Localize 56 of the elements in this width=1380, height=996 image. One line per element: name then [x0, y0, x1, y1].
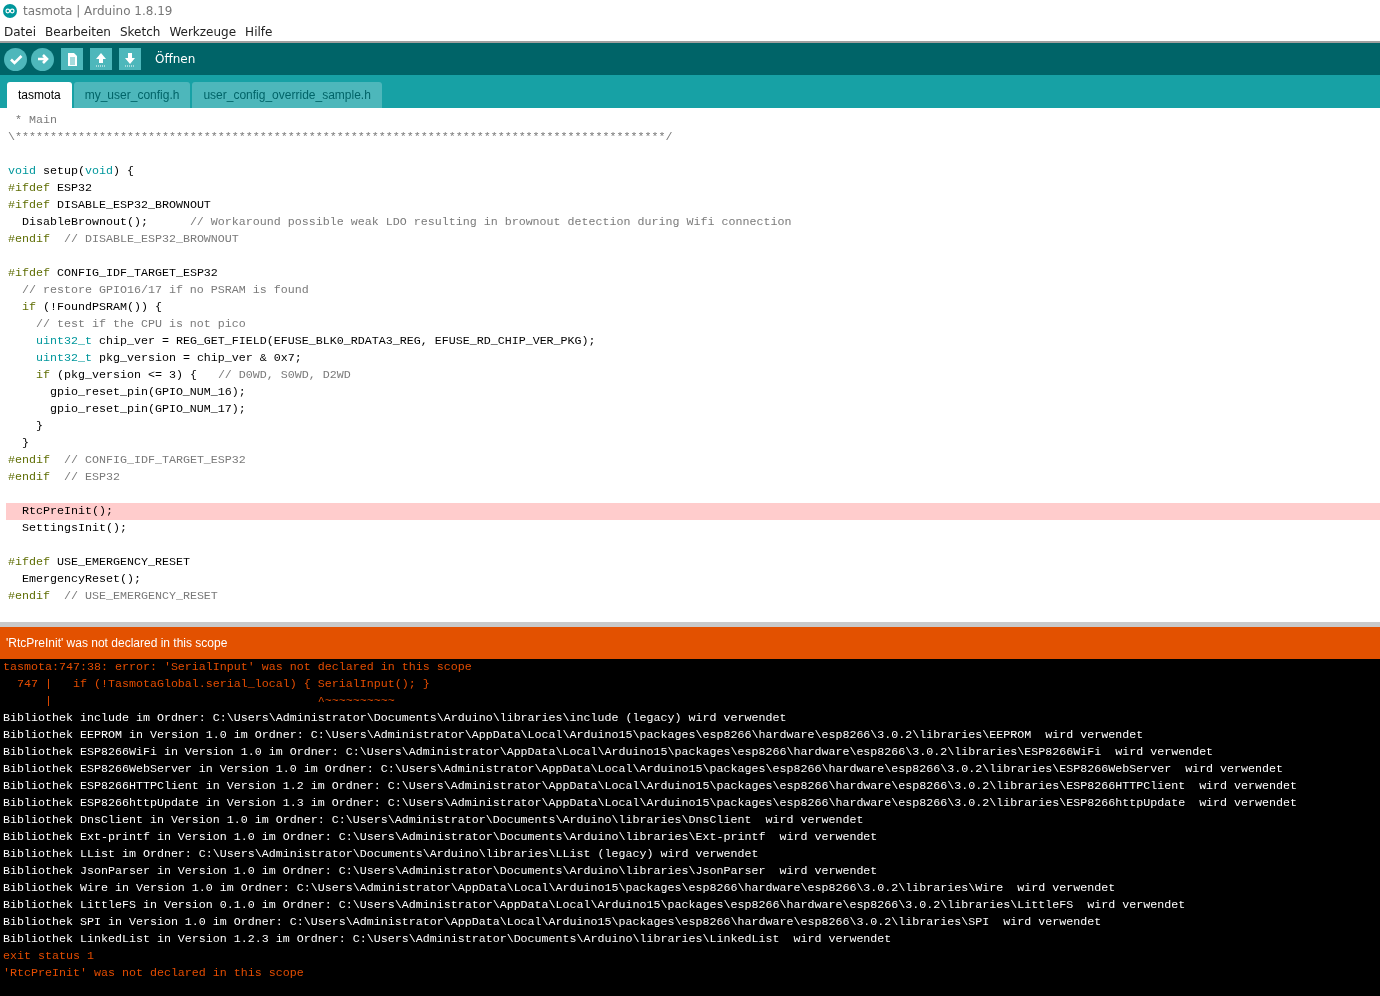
console-line: 747 | if (!TasmotaGlobal.serial_local) { SerialInput(); } — [16, 676, 431, 693]
code-line: #endif // DISABLE_ESP32_BROWNOUT — [7, 231, 240, 248]
console-line: Bibliothek ESP8266HTTPClient in Version 1.2 im Ordner: C:\Users\Administrator\AppData\Local\Arduino15\packages\esp8266\hardware\esp8266\3.0.2\libraries\ESP8266HTTPClient wird verwendet — [3, 778, 1299, 795]
window-title: tasmota | Arduino 1.8.19 — [23, 4, 173, 18]
code-line: EmergencyReset(); — [21, 571, 142, 588]
code-line: #endif // USE_EMERGENCY_RESET — [7, 588, 219, 605]
console-line: exit status 1 — [3, 948, 95, 965]
toolbar-hint: Öffnen — [155, 52, 196, 66]
console-line: Bibliothek EEPROM in Version 1.0 im Ordner: C:\Users\Administrator\AppData\Local\Arduino15\packages\esp8266\hardware\esp8266\3.0.2\libraries\EEPROM wird verwendet — [3, 727, 1145, 744]
code-line: #ifdef ESP32 — [7, 180, 93, 197]
code-line: #endif // ESP32 — [7, 469, 121, 486]
code-line: DisableBrownout(); // Workaround possible weak LDO resulting in brownout detection during Wifi connection — [21, 214, 793, 231]
console-line: Bibliothek LittleFS in Version 0.1.0 im Ordner: C:\Users\Administrator\AppData\Local\Arduino15\packages\esp8266\hardware\esp8266\3.0.2\libraries\LittleFS wird verwendet — [3, 897, 1187, 914]
code-line: // restore GPIO16/17 if no PSRAM is found — [21, 282, 310, 299]
console-line: Bibliothek include im Ordner: C:\Users\Administrator\Documents\Arduino\libraries\include (legacy) wird verwendet — [3, 710, 788, 727]
file-tab[interactable]: tasmota — [7, 82, 72, 108]
code-line: void setup(void) { — [7, 163, 135, 180]
upload-icon[interactable] — [31, 47, 54, 71]
menu-item[interactable]: Bearbeiten — [45, 24, 111, 39]
console-line: Bibliothek DnsClient in Version 1.0 im Ordner: C:\Users\Administrator\Documents\Arduino\libraries\DnsClient wird verwendet — [3, 812, 865, 829]
code-line: #endif // CONFIG_IDF_TARGET_ESP32 — [7, 452, 247, 469]
menu-item[interactable]: Hilfe — [245, 24, 273, 39]
code-line: \*********************************************************************************************/ — [7, 129, 674, 146]
console-line: Bibliothek ESP8266WebServer in Version 1.0 im Ordner: C:\Users\Administrator\AppData\Local\Arduino15\packages\esp8266\hardware\esp8266\3.0.2\libraries\ESP8266WebServer wird verwendet — [3, 761, 1285, 778]
code-line: if (!FoundPSRAM()) { — [21, 299, 163, 316]
code-line: // test if the CPU is not pico — [34, 316, 247, 333]
code-line: * Main — [14, 112, 58, 129]
code-line: #ifdef USE_EMERGENCY_RESET — [7, 554, 191, 571]
console-line: Bibliothek SPI in Version 1.0 im Ordner: C:\Users\Administrator\AppData\Local\Arduino15\packages\esp8266\hardware\esp8266\3.0.2\libraries\SPI wird verwendet — [3, 914, 1103, 931]
console-line: Bibliothek LList im Ordner: C:\Users\Administrator\Documents\Arduino\libraries\LList (legacy) wird verwendet — [3, 846, 760, 863]
console-line: 'RtcPreInit' was not declared in this scope — [3, 965, 305, 982]
status-message: 'RtcPreInit' was not declared in this scope — [6, 636, 228, 650]
code-line: } — [34, 418, 44, 435]
console-line: Bibliothek Wire in Version 1.0 im Ordner: C:\Users\Administrator\AppData\Local\Arduino15\packages\esp8266\hardware\esp8266\3.0.2\libraries\Wire wird verwendet — [3, 880, 1117, 897]
console-line: tasmota:747:38: error: 'SerialInput' was not declared in this scope — [3, 659, 473, 676]
code-line: #ifdef CONFIG_IDF_TARGET_ESP32 — [7, 265, 219, 282]
code-line: gpio_reset_pin(GPIO_NUM_16); — [48, 384, 247, 401]
code-line: if (pkg_version <= 3) { // D0WD, S0WD, D2WD — [34, 367, 352, 384]
code-line: SettingsInit(); — [21, 520, 128, 537]
console-line: Bibliothek JsonParser in Version 1.0 im Ordner: C:\Users\Administrator\Documents\Arduino\libraries\JsonParser wird verwendet — [3, 863, 879, 880]
code-line: uint32_t chip_ver = REG_GET_FIELD(EFUSE_BLK0_RDATA3_REG, EFUSE_RD_CHIP_VER_PKG); — [34, 333, 597, 350]
code-line: } — [21, 435, 30, 452]
console-line: | ^~~~~~~~~~~ — [43, 693, 396, 710]
console-line: Bibliothek ESP8266httpUpdate in Version 1.3 im Ordner: C:\Users\Administrator\AppData\Local\Arduino15\packages\esp8266\hardware\esp8266\3.0.2\libraries\ESP8266httpUpdate wird verwendet — [3, 795, 1299, 812]
menu-item[interactable]: Werkzeuge — [169, 24, 237, 39]
code-line: uint32_t pkg_version = chip_ver & 0x7; — [34, 350, 303, 367]
code-line: #ifdef DISABLE_ESP32_BROWNOUT — [7, 197, 212, 214]
code-line: gpio_reset_pin(GPIO_NUM_17); — [48, 401, 247, 418]
console-line: Bibliothek Ext-printf in Version 1.0 im Ordner: C:\Users\Administrator\Documents\Arduino\libraries\Ext-printf wird verwendet — [3, 829, 879, 846]
app-logo-icon — [3, 4, 17, 18]
menu-item[interactable]: Datei — [4, 24, 36, 39]
console-line: Bibliothek LinkedList in Version 1.2.3 im Ordner: C:\Users\Administrator\Documents\Arduino\libraries\LinkedList wird verwendet — [3, 931, 893, 948]
new-file-icon[interactable] — [61, 48, 83, 70]
console-line: Bibliothek ESP8266WiFi in Version 1.0 im Ordner: C:\Users\Administrator\AppData\Local\Arduino15\packages\esp8266\hardware\esp8266\3.0.2\libraries\ESP8266WiFi wird verwendet — [3, 744, 1215, 761]
menu-item[interactable]: Sketch — [119, 24, 161, 39]
verify-icon[interactable] — [4, 47, 27, 71]
